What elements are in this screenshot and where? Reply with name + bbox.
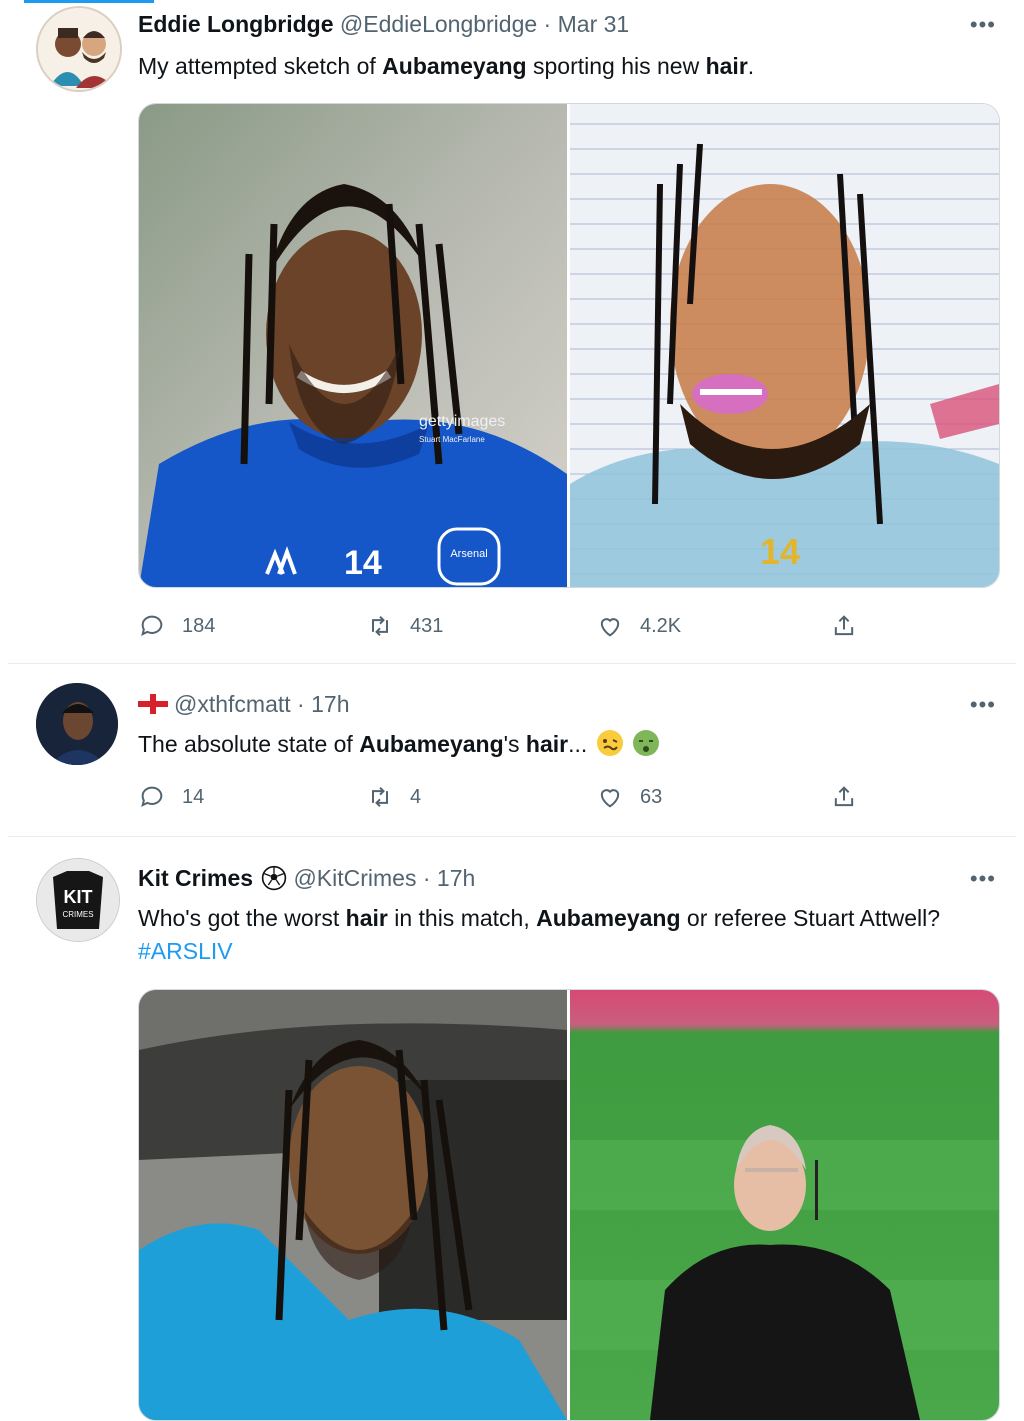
- logo-subtext: CRIMES: [62, 910, 93, 919]
- avatar-photo-icon: [36, 683, 118, 765]
- photo-image: [570, 990, 999, 1420]
- retweet-icon: [372, 615, 388, 637]
- watermark: gettyimages: [419, 413, 505, 430]
- england-flag-icon: [138, 694, 168, 714]
- reply-button[interactable]: 184: [138, 612, 215, 640]
- reply-icon: [141, 786, 163, 808]
- tweet-header: @xthfcmatt · 17h: [138, 690, 349, 718]
- reply-button[interactable]: 14: [138, 783, 204, 811]
- more-options-icon[interactable]: •••: [970, 866, 996, 892]
- photo-credit: Stuart MacFarlane: [419, 435, 485, 444]
- text-part: .: [747, 53, 755, 79]
- more-options-icon[interactable]: •••: [970, 692, 996, 718]
- user-handle[interactable]: @xthfcmatt: [174, 691, 291, 717]
- text-part: Who's got the worst: [138, 905, 346, 931]
- timestamp[interactable]: 17h: [437, 865, 475, 891]
- tweet-eddie-longbridge[interactable]: Eddie Longbridge @EddieLongbridge · Mar …: [8, 0, 1016, 664]
- text-bold: Aubameyang: [382, 53, 527, 79]
- sketch-shirt-number: 14: [760, 531, 800, 572]
- text-bold: hair: [345, 905, 388, 931]
- woozy-face-emoji-icon: [596, 730, 623, 756]
- avatar[interactable]: [36, 683, 118, 765]
- tweet-actions: 14 4 63: [138, 781, 868, 813]
- separator: ·: [416, 865, 437, 891]
- shirt-number: 14: [344, 544, 382, 582]
- reply-count: 184: [182, 614, 216, 637]
- text-part: ...: [568, 731, 588, 757]
- tweet-header: Kit Crimes @KitCrimes · 17h: [138, 864, 475, 892]
- tweet-kit-crimes[interactable]: KIT CRIMES Kit Crimes @KitCrimes · 17h •…: [8, 836, 1016, 1421]
- heart-icon: [600, 789, 620, 808]
- separator: ·: [537, 11, 558, 37]
- timestamp[interactable]: Mar 31: [558, 11, 630, 37]
- like-count: 4.2K: [640, 614, 682, 637]
- reply-count: 14: [182, 785, 205, 808]
- tweet-media[interactable]: [138, 989, 1000, 1421]
- photo-image: [139, 990, 567, 1420]
- avatar-sketch-icon: [38, 8, 120, 90]
- like-button[interactable]: 63: [596, 783, 662, 811]
- photo-aubameyang-training[interactable]: Arsenal 14 gettyimages Stuart MacFarlane: [139, 104, 567, 587]
- photo-image: Arsenal 14 gettyimages Stuart MacFarlane: [139, 104, 567, 587]
- text-part: sporting his new: [526, 53, 706, 79]
- text-part: My attempted sketch of: [138, 53, 383, 79]
- text-bold: Aubameyang: [359, 731, 504, 757]
- text-bold: Aubameyang: [536, 905, 681, 931]
- tweet-text: The absolute state of Aubameyang's hair.…: [138, 728, 958, 761]
- share-icon: [834, 786, 854, 807]
- retweet-button[interactable]: 4: [366, 783, 421, 811]
- photo-referee[interactable]: [570, 990, 999, 1420]
- avatar[interactable]: [36, 6, 122, 92]
- separator: ·: [290, 691, 312, 717]
- tweet-text: Who's got the worst hair in this match, …: [138, 902, 958, 968]
- nauseated-face-emoji-icon: [633, 730, 660, 756]
- heart-icon: [600, 618, 620, 637]
- soccer-ball-icon: [262, 865, 287, 891]
- timestamp[interactable]: 17h: [311, 691, 349, 717]
- text-part: in this match,: [387, 905, 537, 931]
- display-name[interactable]: Kit Crimes: [138, 865, 253, 891]
- tweet-media[interactable]: Arsenal 14 gettyimages Stuart MacFarlane: [138, 103, 1000, 588]
- crest-text: Arsenal: [450, 548, 487, 560]
- avatar[interactable]: KIT CRIMES: [36, 858, 120, 942]
- retweet-count: 4: [410, 785, 422, 808]
- share-button[interactable]: [830, 612, 858, 640]
- display-name[interactable]: Eddie Longbridge: [138, 11, 334, 37]
- share-icon: [834, 615, 854, 636]
- text-bold: hair: [525, 731, 569, 757]
- retweet-icon: [372, 786, 388, 808]
- like-count: 63: [640, 785, 663, 808]
- hashtag-link[interactable]: #ARSLIV: [138, 938, 233, 964]
- tweet-text: My attempted sketch of Aubameyang sporti…: [138, 50, 958, 83]
- text-part: 's: [503, 731, 526, 757]
- retweet-count: 431: [410, 614, 444, 637]
- sketch-image: 14: [570, 104, 999, 587]
- text-bold: hair: [705, 53, 748, 79]
- kit-crimes-logo: KIT CRIMES: [37, 859, 119, 941]
- logo-text: KIT: [64, 887, 93, 907]
- user-handle[interactable]: @KitCrimes: [293, 865, 416, 891]
- share-button[interactable]: [830, 783, 858, 811]
- tweet-header: Eddie Longbridge @EddieLongbridge · Mar …: [138, 10, 629, 38]
- reply-icon: [141, 615, 163, 637]
- tweet-xthfcmatt[interactable]: @xthfcmatt · 17h ••• The absolute state …: [8, 663, 1016, 837]
- text-part: The absolute state of: [138, 731, 360, 757]
- photo-aubameyang-car[interactable]: [139, 990, 567, 1420]
- photo-sketch[interactable]: 14: [570, 104, 999, 587]
- more-options-icon[interactable]: •••: [970, 12, 996, 38]
- user-handle[interactable]: @EddieLongbridge: [340, 11, 537, 37]
- tweet-actions: 184 431 4.2K: [138, 610, 868, 642]
- text-part: or referee Stuart Attwell?: [680, 905, 941, 931]
- retweet-button[interactable]: 431: [366, 612, 443, 640]
- like-button[interactable]: 4.2K: [596, 612, 681, 640]
